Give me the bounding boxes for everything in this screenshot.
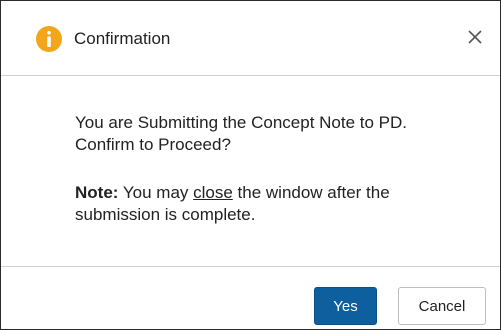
dialog-title: Confirmation (74, 29, 171, 48)
close-button[interactable] (463, 25, 487, 49)
yes-button[interactable]: Yes (314, 287, 377, 325)
info-icon (36, 26, 62, 52)
confirmation-dialog: Confirmation You are Submitting the Conc… (0, 0, 501, 330)
confirmation-message: You are Submitting the Concept Note to P… (75, 113, 408, 154)
close-link[interactable]: close (193, 183, 233, 202)
note-text-before: You may (118, 183, 194, 202)
note-label: Note: (75, 183, 119, 202)
note-text: Note: You may close the window after the… (75, 182, 455, 226)
cancel-button[interactable]: Cancel (398, 287, 486, 325)
dialog-footer: Yes Cancel (1, 266, 500, 330)
dialog-header: Confirmation (1, 1, 500, 76)
close-icon (468, 30, 482, 44)
dialog-body: You are Submitting the Concept Note to P… (1, 76, 500, 265)
